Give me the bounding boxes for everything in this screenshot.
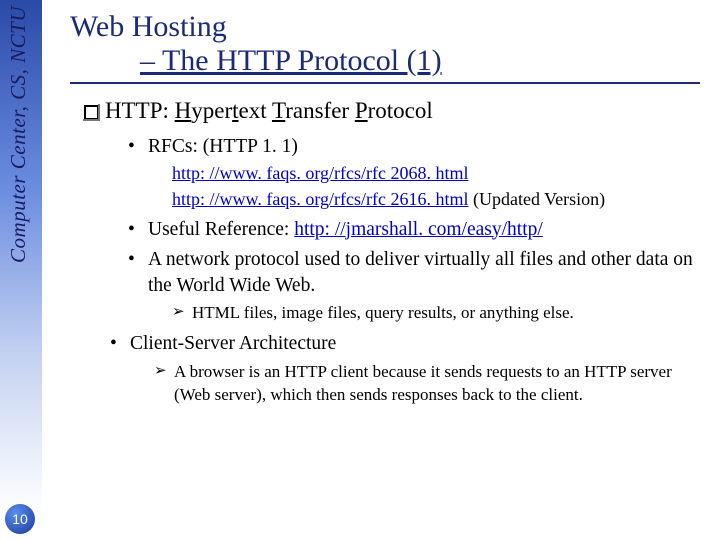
page-number-badge: 10 (5, 504, 35, 534)
http-rotocol: rotocol (368, 98, 433, 123)
arrow-browser-text: A browser is an HTTP client because it s… (174, 362, 672, 404)
arrow-html-files-text: HTML files, image files, query results, … (192, 303, 574, 322)
rfc-links-block: http: //www. faqs. org/rfcs/rfc 2068. ht… (172, 160, 705, 212)
http-ransfer: ransfer (285, 98, 355, 123)
title-line-2: – The HTTP Protocol (1) (140, 44, 705, 78)
http-ext: ext (239, 98, 272, 123)
bullet-network-protocol: A network protocol used to deliver virtu… (128, 247, 705, 326)
square-bullet-icon (84, 105, 99, 120)
bullet-rfcs: RFCs: (HTTP 1. 1) http: //www. faqs. org… (128, 134, 705, 213)
main-bullet: HTTP: Hypertext Transfer Protocol (84, 98, 705, 124)
slide-title: Web Hosting – The HTTP Protocol (1) (70, 10, 705, 78)
rfc-2616-suffix: (Updated Version) (468, 189, 605, 209)
sidebar: Computer Center, CS, NCTU 10 (0, 0, 42, 540)
bullet-list-level-1b: Client-Server Architecture A browser is … (110, 331, 705, 406)
title-rule (70, 82, 700, 84)
http-prefix: HTTP: (105, 98, 175, 123)
arrow-list-2: A browser is an HTTP client because it s… (154, 361, 705, 407)
rfc-2616-link[interactable]: http: //www. faqs. org/rfcs/rfc 2616. ht… (172, 189, 468, 209)
http-h: H (175, 98, 192, 123)
bullet-network-text: A network protocol used to deliver virtu… (148, 249, 693, 296)
arrow-list-1: HTML files, image files, query results, … (172, 302, 705, 325)
sidebar-label: Computer Center, CS, NCTU (6, 6, 31, 263)
slide-content: Web Hosting – The HTTP Protocol (1) HTTP… (55, 0, 715, 411)
http-tt: T (272, 98, 285, 123)
arrow-browser: A browser is an HTTP client because it s… (154, 361, 705, 407)
bullet-client-server-text: Client-Server Architecture (130, 333, 336, 354)
http-yper: yper (191, 98, 232, 123)
rfc-2068-link[interactable]: http: //www. faqs. org/rfcs/rfc 2068. ht… (172, 163, 468, 183)
bullet-client-server: Client-Server Architecture A browser is … (110, 331, 705, 406)
arrow-html-files: HTML files, image files, query results, … (172, 302, 705, 325)
bullet-list-level-1: RFCs: (HTTP 1. 1) http: //www. faqs. org… (128, 134, 705, 325)
bullet-useful-ref: Useful Reference: http: //jmarshall. com… (128, 217, 705, 243)
jmarshall-link[interactable]: http: //jmarshall. com/easy/http/ (294, 219, 543, 240)
title-line-1: Web Hosting (70, 10, 705, 44)
bullet-rfcs-text: RFCs: (HTTP 1. 1) (148, 136, 298, 157)
http-p: P (355, 98, 368, 123)
useful-ref-prefix: Useful Reference: (148, 219, 294, 240)
